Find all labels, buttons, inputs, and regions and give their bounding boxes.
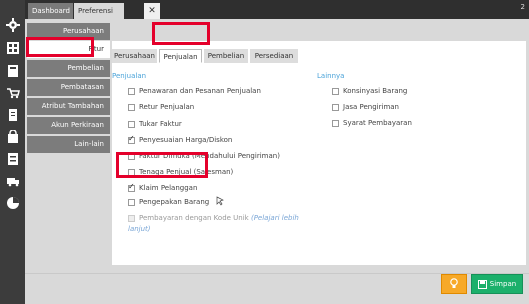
menu-item-pembelian[interactable]: Pembelian bbox=[27, 60, 110, 77]
menu-item-pembatasan[interactable]: Pembatasan bbox=[27, 79, 110, 96]
save-label: Simpan bbox=[489, 280, 517, 288]
settings-icon[interactable] bbox=[4, 16, 21, 33]
checkbox[interactable] bbox=[128, 87, 135, 95]
option-penawaran[interactable]: Penawaran dan Pesanan Penjualan bbox=[128, 87, 261, 95]
option-konsinyasi[interactable]: Konsinyasi Barang bbox=[332, 87, 407, 95]
learn-more-link[interactable]: (Pelajari lebih bbox=[251, 214, 299, 222]
highlight-fitur bbox=[26, 37, 94, 57]
option-kode-unik: Pembayaran dengan Kode Unik (Pelajari le… bbox=[128, 214, 299, 222]
calculator-icon[interactable] bbox=[4, 62, 21, 79]
highlight-klaim-pelanggan bbox=[116, 152, 208, 178]
top-tab-bar: Dashboard Preferensi ✕ 2 bbox=[25, 0, 529, 19]
option-klaim-pelanggan[interactable]: Klaim Pelanggan bbox=[128, 182, 197, 192]
truck-icon[interactable] bbox=[4, 172, 21, 189]
highlight-penjualan bbox=[152, 22, 210, 45]
cart-icon[interactable] bbox=[4, 84, 21, 101]
bag-icon[interactable] bbox=[4, 128, 21, 145]
lainnya-section-title: Lainnya bbox=[317, 72, 345, 80]
subtab-perusahaan[interactable]: Perusahaan bbox=[112, 49, 157, 63]
inventory-icon[interactable] bbox=[4, 150, 21, 167]
main-area: Perusahaan Fitur Pembelian Pembatasan At… bbox=[25, 19, 529, 304]
option-retur[interactable]: Retur Penjualan bbox=[128, 103, 194, 111]
menu-item-lain-lain[interactable]: Lain-lain bbox=[27, 136, 110, 153]
menu-item-akun-perkiraan[interactable]: Akun Perkiraan bbox=[27, 117, 110, 134]
top-right-indicator: 2 bbox=[520, 3, 525, 11]
checkbox[interactable] bbox=[128, 120, 135, 128]
tab-preferensi[interactable]: Preferensi bbox=[74, 3, 124, 19]
lightbulb-icon bbox=[450, 278, 458, 288]
option-tukar-faktur[interactable]: Tukar Faktur bbox=[128, 120, 182, 128]
checkbox[interactable] bbox=[128, 198, 135, 206]
learn-more-link-continued[interactable]: lanjut) bbox=[128, 225, 151, 233]
checkbox[interactable] bbox=[128, 103, 135, 111]
save-icon bbox=[477, 279, 487, 289]
option-penyesuaian-harga[interactable]: Penyesuaian Harga/Diskon bbox=[128, 134, 232, 144]
subtab-persediaan[interactable]: Persediaan bbox=[250, 49, 298, 63]
icon-rail bbox=[0, 0, 25, 304]
checkbox[interactable] bbox=[332, 103, 339, 111]
option-syarat-pembayaran[interactable]: Syarat Pembayaran bbox=[332, 119, 412, 127]
checkbox-disabled bbox=[128, 214, 135, 222]
tab-dashboard[interactable]: Dashboard bbox=[28, 3, 73, 19]
tip-button[interactable] bbox=[441, 274, 467, 294]
cursor-pointer bbox=[216, 191, 226, 206]
pie-chart-icon[interactable] bbox=[4, 194, 21, 211]
close-icon[interactable]: ✕ bbox=[144, 3, 160, 19]
penjualan-section-title: Penjualan bbox=[112, 72, 147, 80]
option-jasa-pengiriman[interactable]: Jasa Pengiriman bbox=[332, 103, 399, 111]
checkbox-checked[interactable] bbox=[128, 182, 135, 192]
checkbox[interactable] bbox=[332, 87, 339, 95]
save-button[interactable]: Simpan bbox=[471, 274, 523, 294]
checkbox-checked[interactable] bbox=[128, 134, 135, 144]
document-icon[interactable] bbox=[4, 106, 21, 123]
option-pengepakan[interactable]: Pengepakan Barang bbox=[128, 198, 209, 206]
checkbox[interactable] bbox=[332, 119, 339, 127]
subtab-penjualan[interactable]: Penjualan bbox=[159, 49, 202, 63]
subtab-pembelian[interactable]: Pembelian bbox=[204, 49, 248, 63]
menu-item-atribut-tambahan[interactable]: Atribut Tambahan bbox=[27, 98, 110, 115]
building-icon[interactable] bbox=[4, 39, 21, 56]
